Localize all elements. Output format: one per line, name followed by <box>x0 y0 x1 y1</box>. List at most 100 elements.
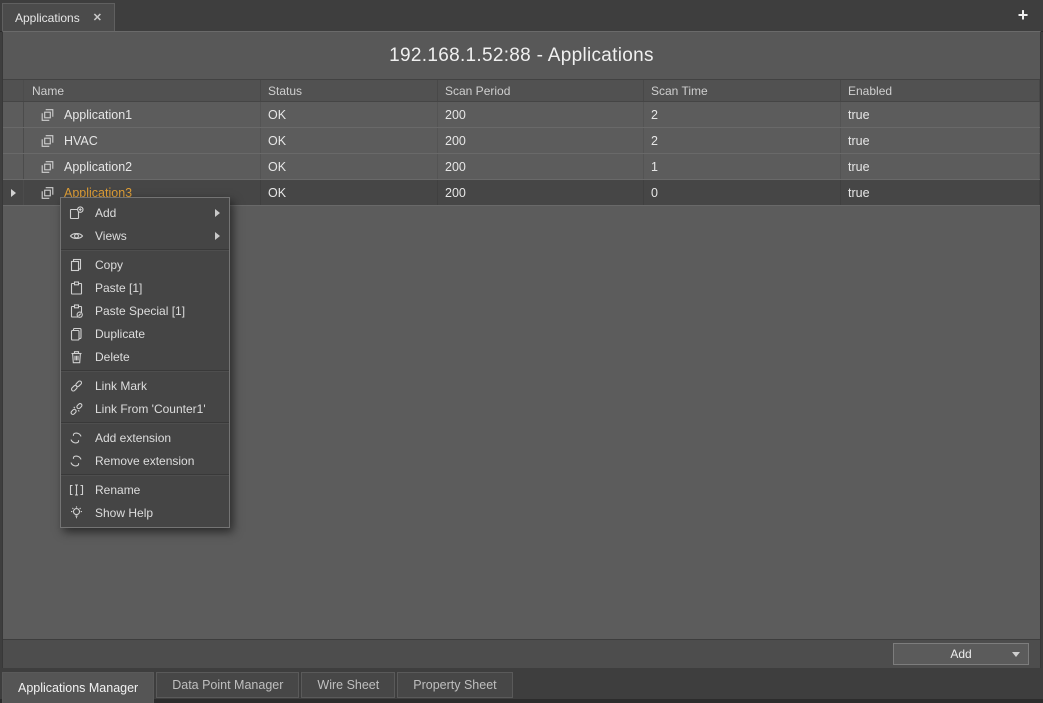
eye-icon <box>69 229 84 243</box>
column-header-name[interactable]: Name <box>24 80 261 101</box>
menu-separator <box>61 474 229 476</box>
row-scan-time[interactable]: 2 <box>644 102 841 127</box>
row-selector-cell[interactable] <box>3 180 24 205</box>
menu-item-views[interactable]: Views <box>61 224 229 247</box>
tab-wire-sheet[interactable]: Wire Sheet <box>301 672 395 698</box>
tab-bar-bottom-strip <box>0 699 1043 703</box>
top-tab-bar: Applications ✕ + <box>0 0 1043 32</box>
row-name: Application2 <box>64 160 132 174</box>
menu-item-paste[interactable]: Paste [1] <box>61 276 229 299</box>
column-header-status[interactable]: Status <box>261 80 438 101</box>
row-scan-period[interactable]: 200 <box>438 180 644 205</box>
row-status[interactable]: OK <box>261 102 438 127</box>
menu-item-label: Delete <box>95 350 130 364</box>
tab-data-point-manager[interactable]: Data Point Manager <box>156 672 299 698</box>
row-scan-period[interactable]: 200 <box>438 128 644 153</box>
tab-label: Applications Manager <box>18 681 138 695</box>
row-selector-cell[interactable] <box>3 154 24 179</box>
menu-item-label: Paste [1] <box>95 281 142 295</box>
menu-item-paste-special[interactable]: Paste Special [1] <box>61 299 229 322</box>
new-tab-button[interactable]: + <box>1012 4 1034 26</box>
row-name: HVAC <box>64 134 98 148</box>
submenu-arrow-icon <box>215 209 220 217</box>
context-menu: Add Views Copy Paste [1] Paste Special [… <box>60 197 230 528</box>
table-row[interactable]: Application2 OK 200 1 true <box>3 154 1040 180</box>
application-icon <box>39 159 56 175</box>
row-scan-time[interactable]: 2 <box>644 128 841 153</box>
menu-item-label: Views <box>95 229 127 243</box>
row-name-cell[interactable]: Application2 <box>24 154 261 179</box>
menu-item-link-from[interactable]: Link From 'Counter1' <box>61 397 229 420</box>
menu-item-label: Link From 'Counter1' <box>95 402 206 416</box>
menu-item-label: Copy <box>95 258 123 272</box>
menu-item-label: Add <box>95 206 116 220</box>
menu-item-label: Remove extension <box>95 454 194 468</box>
lightbulb-icon <box>69 506 84 520</box>
menu-item-remove-extension[interactable]: Remove extension <box>61 449 229 472</box>
row-name-cell[interactable]: HVAC <box>24 128 261 153</box>
menu-item-label: Add extension <box>95 431 171 445</box>
menu-item-add[interactable]: Add <box>61 201 229 224</box>
menu-item-rename[interactable]: Rename <box>61 478 229 501</box>
tab-label: Wire Sheet <box>317 678 379 692</box>
trash-icon <box>69 350 84 364</box>
column-header-scan-period[interactable]: Scan Period <box>438 80 644 101</box>
add-button[interactable]: Add <box>893 643 1029 665</box>
row-scan-period[interactable]: 200 <box>438 154 644 179</box>
menu-separator <box>61 249 229 251</box>
copy-icon <box>69 258 84 272</box>
table-header-row: Name Status Scan Period Scan Time Enable… <box>3 80 1040 102</box>
row-name-cell[interactable]: Application1 <box>24 102 261 127</box>
application-icon <box>39 133 56 149</box>
menu-separator <box>61 370 229 372</box>
submenu-arrow-icon <box>215 232 220 240</box>
close-icon[interactable]: ✕ <box>93 11 102 24</box>
menu-separator <box>61 422 229 424</box>
rename-icon <box>69 483 84 497</box>
menu-item-link-mark[interactable]: Link Mark <box>61 374 229 397</box>
tab-applications-manager[interactable]: Applications Manager <box>2 672 154 703</box>
header-gutter-cell <box>3 80 24 101</box>
paste-icon <box>69 281 84 295</box>
add-button-label: Add <box>950 647 971 661</box>
row-scan-time[interactable]: 1 <box>644 154 841 179</box>
row-name: Application1 <box>64 108 132 122</box>
page-title: 192.168.1.52:88 - Applications <box>389 45 654 67</box>
chevron-down-icon[interactable] <box>1012 652 1020 657</box>
column-header-enabled[interactable]: Enabled <box>841 80 1040 101</box>
row-enabled[interactable]: true <box>841 154 1040 179</box>
row-enabled[interactable]: true <box>841 102 1040 127</box>
column-header-scan-time[interactable]: Scan Time <box>644 80 841 101</box>
extension-icon <box>69 454 84 468</box>
link-icon <box>69 379 84 393</box>
row-status[interactable]: OK <box>261 154 438 179</box>
table-row[interactable]: HVAC OK 200 2 true <box>3 128 1040 154</box>
tab-applications-label: Applications <box>15 11 80 25</box>
selected-row-arrow-icon <box>11 189 16 197</box>
paste-special-icon <box>69 304 84 318</box>
row-enabled[interactable]: true <box>841 128 1040 153</box>
row-scan-period[interactable]: 200 <box>438 102 644 127</box>
row-selector-cell[interactable] <box>3 102 24 127</box>
row-status[interactable]: OK <box>261 180 438 205</box>
add-icon <box>69 206 84 220</box>
menu-item-label: Link Mark <box>95 379 147 393</box>
menu-item-show-help[interactable]: Show Help <box>61 501 229 524</box>
tab-applications[interactable]: Applications ✕ <box>2 3 115 31</box>
menu-item-add-extension[interactable]: Add extension <box>61 426 229 449</box>
menu-item-copy[interactable]: Copy <box>61 253 229 276</box>
extension-icon <box>69 431 84 445</box>
menu-item-duplicate[interactable]: Duplicate <box>61 322 229 345</box>
menu-item-delete[interactable]: Delete <box>61 345 229 368</box>
menu-item-label: Paste Special [1] <box>95 304 185 318</box>
row-enabled[interactable]: true <box>841 180 1040 205</box>
panel-title-bar: 192.168.1.52:88 - Applications <box>3 32 1040 80</box>
table-row[interactable]: Application1 OK 200 2 true <box>3 102 1040 128</box>
row-status[interactable]: OK <box>261 128 438 153</box>
row-scan-time[interactable]: 0 <box>644 180 841 205</box>
menu-item-label: Duplicate <box>95 327 145 341</box>
row-selector-cell[interactable] <box>3 128 24 153</box>
application-window: Applications ✕ + 192.168.1.52:88 - Appli… <box>0 0 1043 703</box>
view-tab-bar: Applications Manager Data Point Manager … <box>0 668 1043 703</box>
tab-property-sheet[interactable]: Property Sheet <box>397 672 512 698</box>
